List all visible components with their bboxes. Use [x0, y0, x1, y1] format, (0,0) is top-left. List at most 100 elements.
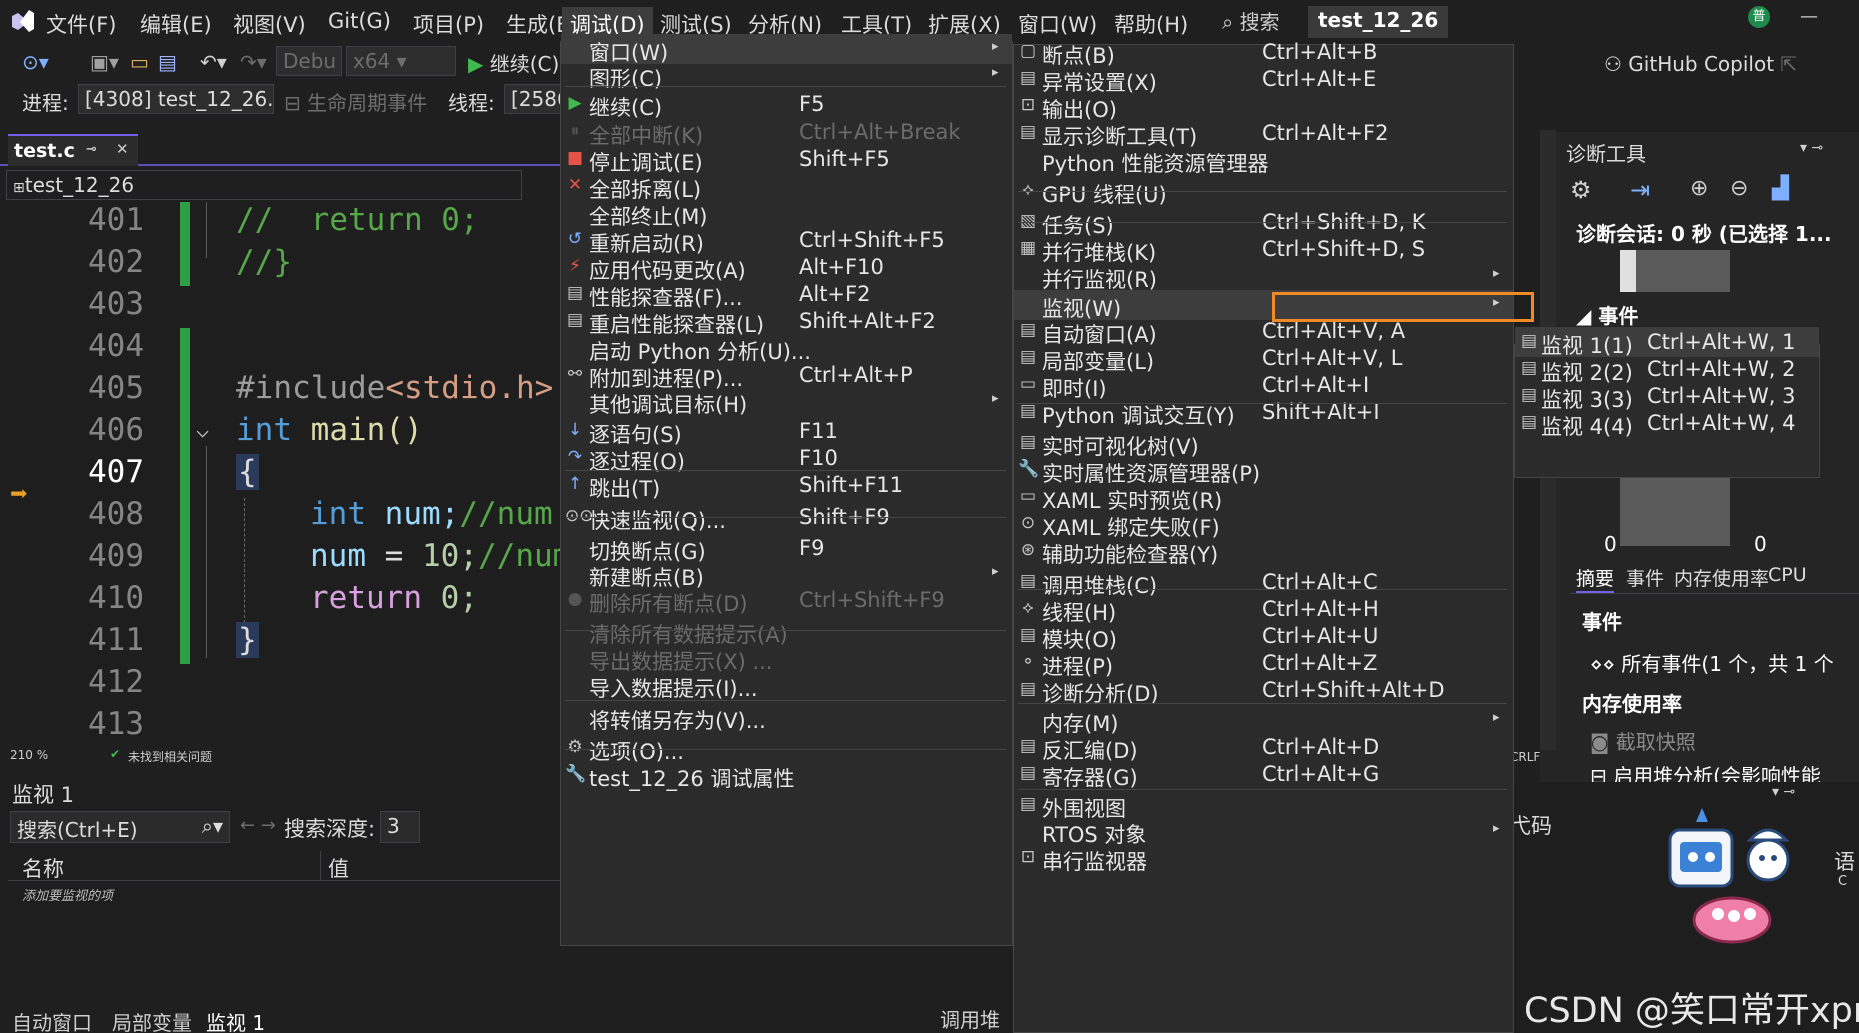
menu-item-逐过程[interactable]: ↷ 逐过程(O) F10 — [561, 443, 1012, 474]
menu-analyze[interactable]: 分析(N) — [748, 7, 822, 37]
menu-item-即时[interactable]: ▭ 即时(I) Ctrl+Alt+I — [1014, 370, 1513, 401]
menu-item-重新启动[interactable]: ↺ 重新启动(R) Ctrl+Shift+F5 — [561, 225, 1012, 256]
zoom-level[interactable]: 210 % — [10, 748, 48, 762]
project-scope-dropdown[interactable]: ⊞test_12_26 — [6, 170, 522, 200]
menu-item-xaml-绑定失败[interactable]: ⊙ XAML 绑定失败(F) — [1014, 509, 1513, 540]
collapse-chevron-icon[interactable]: ⌵ — [196, 418, 209, 443]
menu-git[interactable]: Git(G) — [328, 7, 391, 37]
menu-item-模块[interactable]: ▤ 模块(O) Ctrl+Alt+U — [1014, 621, 1513, 652]
zoom-in-icon[interactable]: ⊕ — [1690, 176, 1708, 201]
menu-item-监视-2[interactable]: ▤ 监视 2(2) Ctrl+Alt+W, 2 — [1515, 354, 1819, 385]
minimize-icon[interactable]: — — [1800, 6, 1818, 27]
process-dropdown[interactable]: [4308] test_12_26. — [78, 84, 274, 114]
undo-icon[interactable]: ↶▾ — [200, 50, 227, 74]
menu-item-python-性能资源管理器[interactable]: Python 性能资源管理器 — [1014, 145, 1513, 176]
menu-item-继续[interactable]: ▶ 继续(C) F5 — [561, 89, 1012, 120]
github-copilot-button[interactable]: ⚇ GitHub Copilot ⇱ — [1604, 52, 1797, 76]
menu-item-并行堆栈[interactable]: ▦ 并行堆栈(K) Ctrl+Shift+D, S — [1014, 234, 1513, 265]
menu-item-导出数据提示[interactable]: 导出数据提示(X) ... — [561, 643, 1012, 674]
menu-file[interactable]: 文件(F) — [46, 7, 116, 37]
save-icon[interactable]: ▤ — [158, 50, 177, 74]
tab-memory-usage[interactable]: 内存使用率 — [1674, 564, 1769, 591]
tab-events[interactable]: 事件 — [1626, 564, 1664, 591]
code-editor[interactable]: ➡ 401 402 403 404 405 406 407 408 409 41… — [0, 202, 571, 742]
menu-item-诊断分析[interactable]: ▤ 诊断分析(D) Ctrl+Shift+Alt+D — [1014, 675, 1513, 706]
menu-item-实时属性资源管理器[interactable]: 🔧 实时属性资源管理器(P) — [1014, 455, 1513, 486]
menu-item-辅助功能检查器[interactable]: ⊛ 辅助功能检查器(Y) — [1014, 536, 1513, 567]
configuration-dropdown[interactable]: Debu — [276, 46, 342, 76]
panel-menu-icon[interactable]: ▾ ⊸ — [1772, 784, 1795, 800]
tab-test-c[interactable]: test.c ⊸ ✕ — [8, 134, 138, 166]
back-icon[interactable]: ⊙▾ — [22, 50, 49, 74]
search-box[interactable]: ⌕ 搜索 — [1222, 6, 1280, 35]
take-snapshot-button[interactable]: ◙ 截取快照 — [1590, 726, 1696, 755]
tab-summary[interactable]: 摘要 — [1576, 564, 1615, 593]
menu-view[interactable]: 视图(V) — [233, 7, 306, 37]
menu-item-应用代码更改[interactable]: ⚡ 应用代码更改(A) Alt+F10 — [561, 252, 1012, 283]
nav-arrows-icon[interactable]: ← → — [240, 815, 276, 836]
menu-item-线程[interactable]: ⟡ 线程(H) Ctrl+Alt+H — [1014, 594, 1513, 625]
menu-extensions[interactable]: 扩展(X) — [928, 7, 1001, 37]
menu-item-实时可视化树[interactable]: ▤ 实时可视化树(V) — [1014, 428, 1513, 459]
menu-item-性能探查器[interactable]: ▤ 性能探查器(F)... Alt+F2 — [561, 279, 1012, 310]
menu-item-xaml-实时预览[interactable]: ▭ XAML 实时预览(R) — [1014, 482, 1513, 513]
tab-autos[interactable]: 自动窗口 — [12, 1007, 92, 1033]
tab-cpu[interactable]: CPU — [1768, 564, 1807, 586]
menu-debug[interactable]: 调试(D) — [562, 7, 653, 37]
settings-gear-icon[interactable]: ⚙ — [1570, 176, 1592, 204]
menu-item-并行监视[interactable]: 并行监视(R) ▸ — [1014, 261, 1513, 292]
export-icon[interactable]: ⇥ — [1630, 176, 1650, 204]
menu-item-启动-python-分析[interactable]: 启动 Python 分析(U)... — [561, 333, 1012, 364]
menu-item-内存[interactable]: 内存(M) ▸ — [1014, 705, 1513, 736]
chart-icon[interactable]: ▟ — [1772, 176, 1789, 201]
menu-help[interactable]: 帮助(H) — [1114, 7, 1188, 37]
menu-item-清除所有数据提示[interactable]: 清除所有数据提示(A) — [561, 616, 1012, 647]
open-folder-icon[interactable]: ▭ — [130, 50, 149, 74]
thread-dropdown[interactable]: [2586 — [504, 84, 562, 114]
column-name-header[interactable]: 名称 — [22, 853, 64, 883]
menu-item-rtos-对象[interactable]: RTOS 对象 ▸ — [1014, 816, 1513, 847]
menu-item-跳出[interactable]: ↑ 跳出(T) Shift+F11 — [561, 470, 1012, 501]
continue-button[interactable]: ▶ 继续(C) — [468, 48, 559, 77]
menu-item-将转储另存为[interactable]: 将转储另存为(V)... — [561, 702, 1012, 733]
menu-item-全部中断[interactable]: ⏸ 全部中断(K) Ctrl+Alt+Break — [561, 117, 1012, 148]
menu-item-异常设置[interactable]: ▤ 异常设置(X) Ctrl+Alt+E — [1014, 64, 1513, 95]
menu-item-断点[interactable]: ▢ 断点(B) Ctrl+Alt+B — [1014, 37, 1513, 68]
menu-item-寄存器[interactable]: ▤ 寄存器(G) Ctrl+Alt+G — [1014, 759, 1513, 790]
user-badge[interactable]: 普 — [1748, 6, 1770, 28]
line-ending-indicator[interactable]: CRLF — [1510, 750, 1540, 764]
menu-item-导入数据提示[interactable]: 导入数据提示(I)... — [561, 670, 1012, 701]
menu-item-逐语句[interactable]: ↓ 逐语句(S) F11 — [561, 416, 1012, 447]
tab-watch-1[interactable]: 监视 1 — [206, 1007, 265, 1033]
new-project-icon[interactable]: ▣▾ — [90, 50, 119, 74]
menu-item-串行监视器[interactable]: ⊡ 串行监视器 — [1014, 843, 1513, 874]
lifecycle-events-button[interactable]: ⊟ 生命周期事件 — [284, 87, 427, 116]
redo-icon[interactable]: ↷▾ — [240, 50, 267, 74]
column-value-header[interactable]: 值 — [328, 853, 349, 883]
menu-item-其他调试目标[interactable]: 其他调试目标(H) ▸ — [561, 386, 1012, 417]
menu-item-调用堆栈[interactable]: ▤ 调用堆栈(C) Ctrl+Alt+C — [1014, 567, 1513, 598]
menu-project[interactable]: 项目(P) — [413, 7, 484, 37]
menu-item-重启性能探查器[interactable]: ▤ 重启性能探查器(L) Shift+Alt+F2 — [561, 306, 1012, 337]
menu-item-监视-3[interactable]: ▤ 监视 3(3) Ctrl+Alt+W, 3 — [1515, 381, 1819, 412]
menu-window[interactable]: 窗口(W) — [1018, 7, 1097, 37]
menu-item-反汇编[interactable]: ▤ 反汇编(D) Ctrl+Alt+D — [1014, 732, 1513, 763]
panel-menu-icon[interactable]: ▾ ⊸ — [1800, 140, 1823, 156]
menu-test[interactable]: 测试(S) — [660, 7, 732, 37]
breakpoint-gutter[interactable] — [0, 202, 44, 742]
close-tab-icon[interactable]: ✕ — [116, 140, 129, 158]
menu-item-局部变量[interactable]: ▤ 局部变量(L) Ctrl+Alt+V, L — [1014, 343, 1513, 374]
pin-icon[interactable]: ⊸ — [86, 142, 97, 157]
zoom-out-icon[interactable]: ⊖ — [1730, 176, 1748, 201]
tab-locals[interactable]: 局部变量 — [112, 1007, 192, 1033]
menu-item-选项[interactable]: ⚙ 选项(O)... — [561, 733, 1012, 764]
menu-edit[interactable]: 编辑(E) — [140, 7, 212, 37]
menu-item-test-12-26-调试属性[interactable]: 🔧 test_12_26 调试属性 — [561, 760, 1012, 791]
tab-call-stack[interactable]: 调用堆 — [940, 1004, 1010, 1033]
menu-item-显示诊断工具[interactable]: ▤ 显示诊断工具(T) Ctrl+Alt+F2 — [1014, 118, 1513, 149]
platform-dropdown[interactable]: x64 ▾ — [346, 46, 456, 76]
search-depth-dropdown[interactable]: 3 — [380, 811, 420, 843]
menu-item-停止调试[interactable]: ■ 停止调试(E) Shift+F5 — [561, 144, 1012, 175]
add-watch-item[interactable]: 添加要监视的项 — [22, 885, 113, 904]
menu-item-输出[interactable]: ⊡ 输出(O) — [1014, 91, 1513, 122]
